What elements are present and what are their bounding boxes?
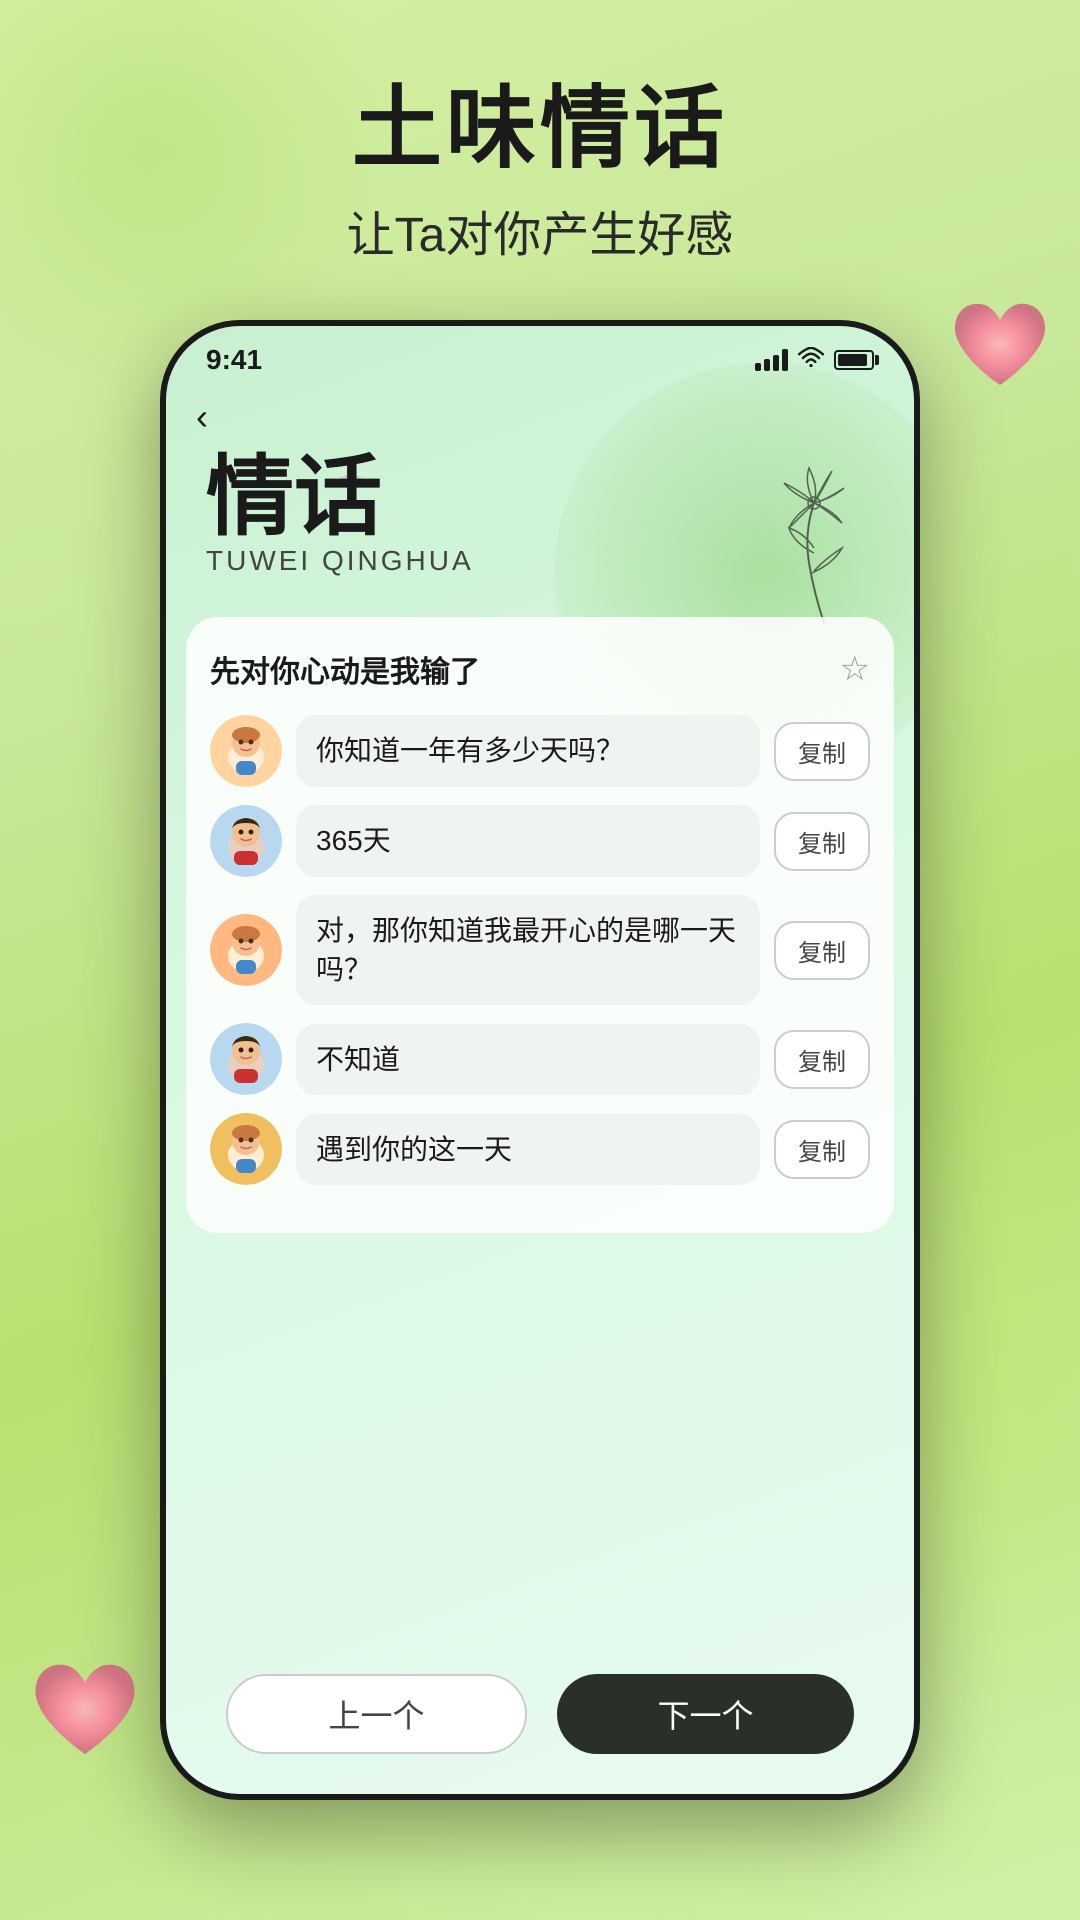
phone-header: ✦ 情话 TUWEI QINGHUA [166, 443, 914, 597]
flower-decoration [754, 453, 894, 638]
avatar-girl [210, 715, 282, 787]
copy-button[interactable]: 复制 [774, 921, 870, 980]
chat-bubble: 你知道一年有多少天吗？ [296, 715, 760, 786]
avatar-boy [210, 1023, 282, 1095]
battery-icon [834, 350, 874, 370]
favorite-button[interactable]: ☆ [840, 649, 870, 689]
copy-button[interactable]: 复制 [774, 1120, 870, 1179]
status-time: 9:41 [206, 344, 262, 376]
chat-bubble: 对，那你知道我最开心的是哪一天吗？ [296, 895, 760, 1005]
avatar-girl [210, 1113, 282, 1185]
chat-bubble: 遇到你的这一天 [296, 1114, 760, 1185]
chat-row: 对，那你知道我最开心的是哪一天吗？复制 [210, 895, 870, 1005]
back-chevron-icon: ‹ [196, 396, 208, 437]
chat-row: 不知道复制 [210, 1023, 870, 1095]
copy-button[interactable]: 复制 [774, 812, 870, 871]
prev-button[interactable]: 上一个 [226, 1674, 527, 1754]
signal-icon [755, 349, 788, 371]
chat-row: 你知道一年有多少天吗？复制 [210, 715, 870, 787]
bottom-buttons: 上一个 下一个 [166, 1674, 914, 1754]
chat-bubble: 不知道 [296, 1024, 760, 1095]
sub-title: 让Ta对你产生好感 [0, 195, 1080, 265]
content-card: 先对你心动是我输了 ☆ 你知道一年有多少天吗？复制 [186, 617, 894, 1233]
status-icons [755, 347, 874, 373]
copy-button[interactable]: 复制 [774, 722, 870, 781]
copy-button[interactable]: 复制 [774, 1030, 870, 1089]
phone-screen: 9:41 [166, 326, 914, 1794]
wifi-icon [798, 347, 824, 373]
heart-decoration-top-right [950, 300, 1050, 390]
status-bar: 9:41 [166, 326, 914, 386]
card-header: 先对你心动是我输了 ☆ [210, 647, 870, 691]
avatar-boy [210, 805, 282, 877]
card-title: 先对你心动是我输了 [210, 647, 480, 691]
back-button[interactable]: ‹ [166, 386, 914, 443]
chat-bubble: 365天 [296, 805, 760, 876]
chat-list: 你知道一年有多少天吗？复制 365天复制 [210, 715, 870, 1185]
avatar-girl [210, 914, 282, 986]
next-button[interactable]: 下一个 [557, 1674, 854, 1754]
top-section: 土味情话 让Ta对你产生好感 [0, 0, 1080, 265]
chat-row: 365天复制 [210, 805, 870, 877]
heart-decoration-bottom-left [30, 1660, 140, 1760]
phone-mockup: 9:41 [160, 320, 920, 1800]
main-title: 土味情话 [0, 80, 1080, 179]
chat-row: 遇到你的这一天复制 [210, 1113, 870, 1185]
